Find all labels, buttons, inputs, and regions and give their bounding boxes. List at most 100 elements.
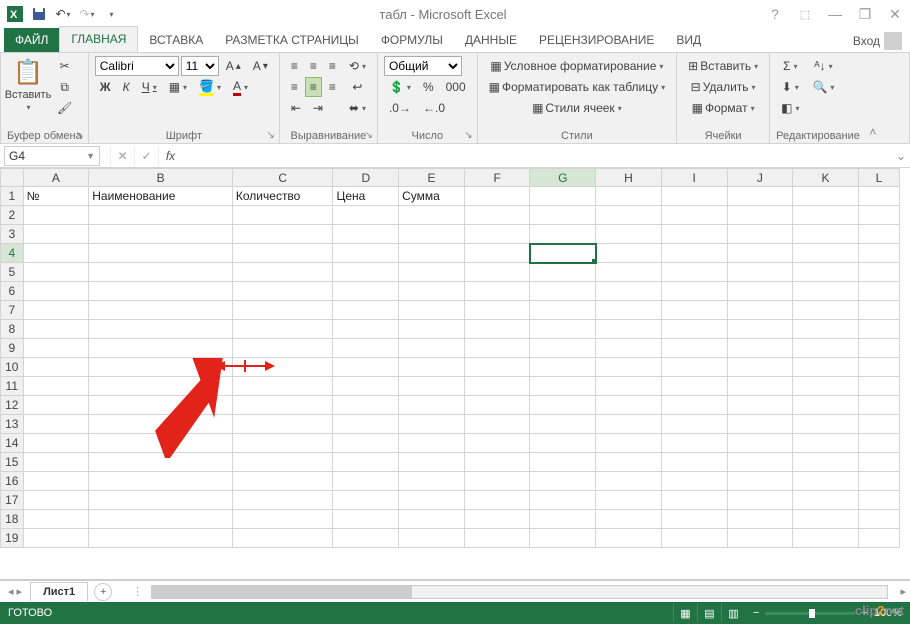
- row-header[interactable]: 8: [1, 320, 24, 339]
- decrease-indent-button[interactable]: ⇤: [286, 98, 306, 118]
- column-header[interactable]: I: [661, 169, 727, 187]
- format-as-table-button[interactable]: ▦Форматировать как таблицу▾: [484, 77, 671, 97]
- cell[interactable]: [530, 320, 596, 339]
- insert-function-icon[interactable]: fx: [158, 146, 182, 166]
- cell[interactable]: [727, 415, 793, 434]
- cell[interactable]: [89, 377, 233, 396]
- cell[interactable]: [661, 377, 727, 396]
- cell[interactable]: [464, 434, 530, 453]
- cell-styles-button[interactable]: ▦Стили ячеек▾: [484, 98, 671, 118]
- number-format-select[interactable]: Общий: [384, 56, 462, 76]
- cell[interactable]: [23, 529, 89, 548]
- cell[interactable]: [89, 206, 233, 225]
- column-header[interactable]: F: [464, 169, 530, 187]
- align-top-button[interactable]: ≡: [286, 56, 303, 76]
- column-header[interactable]: D: [333, 169, 399, 187]
- normal-view-icon[interactable]: ▦: [673, 604, 697, 622]
- cell[interactable]: [232, 320, 333, 339]
- row-header[interactable]: 11: [1, 377, 24, 396]
- fill-color-button[interactable]: 🪣▾: [194, 77, 226, 97]
- row-header[interactable]: 12: [1, 396, 24, 415]
- cell[interactable]: [530, 244, 596, 263]
- grow-font-button[interactable]: A▴: [221, 56, 246, 76]
- row-header[interactable]: 4: [1, 244, 24, 263]
- cell[interactable]: [232, 206, 333, 225]
- cell[interactable]: [23, 206, 89, 225]
- cell[interactable]: [596, 187, 662, 206]
- sheet-nav-prev-icon[interactable]: ◂: [8, 585, 14, 598]
- cell[interactable]: [727, 187, 793, 206]
- tab-review[interactable]: РЕЦЕНЗИРОВАНИЕ: [528, 28, 665, 52]
- copy-button[interactable]: ⧉: [52, 77, 77, 97]
- cell[interactable]: [858, 510, 899, 529]
- cancel-formula-icon[interactable]: ✕: [110, 146, 134, 166]
- cell[interactable]: [596, 225, 662, 244]
- cell[interactable]: [232, 510, 333, 529]
- sort-filter-button[interactable]: ᴬ↓▾: [807, 56, 839, 76]
- cell[interactable]: [727, 453, 793, 472]
- cell[interactable]: [399, 206, 465, 225]
- cell[interactable]: [727, 472, 793, 491]
- cell[interactable]: [727, 301, 793, 320]
- cell[interactable]: [232, 472, 333, 491]
- cell[interactable]: [232, 453, 333, 472]
- cell[interactable]: Наименование: [89, 187, 233, 206]
- row-header[interactable]: 1: [1, 187, 24, 206]
- tab-view[interactable]: ВИД: [665, 28, 712, 52]
- cell[interactable]: [232, 434, 333, 453]
- cell[interactable]: [530, 377, 596, 396]
- cell[interactable]: [727, 491, 793, 510]
- enter-formula-icon[interactable]: ✓: [134, 146, 158, 166]
- cell[interactable]: [530, 358, 596, 377]
- cell[interactable]: [399, 244, 465, 263]
- column-header[interactable]: H: [596, 169, 662, 187]
- column-header[interactable]: C: [232, 169, 333, 187]
- cell[interactable]: [89, 263, 233, 282]
- close-icon[interactable]: ✕: [884, 3, 906, 25]
- zoom-out-icon[interactable]: −: [753, 607, 759, 619]
- cell[interactable]: [530, 225, 596, 244]
- dialog-launcher-icon[interactable]: ↘: [266, 130, 274, 141]
- underline-button[interactable]: Ч▾: [137, 77, 162, 97]
- cell[interactable]: [23, 415, 89, 434]
- cell[interactable]: [596, 206, 662, 225]
- cell[interactable]: [596, 358, 662, 377]
- cell[interactable]: [232, 244, 333, 263]
- redo-icon[interactable]: ↷▾: [76, 3, 98, 25]
- cell[interactable]: [596, 244, 662, 263]
- cell[interactable]: [661, 225, 727, 244]
- qat-customize-icon[interactable]: ▾: [100, 3, 122, 25]
- cell[interactable]: [793, 434, 859, 453]
- horizontal-scrollbar[interactable]: [151, 585, 888, 599]
- cell[interactable]: [232, 301, 333, 320]
- column-header[interactable]: A: [23, 169, 89, 187]
- align-middle-button[interactable]: ≡: [305, 56, 322, 76]
- cell[interactable]: [661, 529, 727, 548]
- cell[interactable]: [23, 510, 89, 529]
- cell[interactable]: [661, 396, 727, 415]
- cell[interactable]: [858, 244, 899, 263]
- add-sheet-button[interactable]: +: [94, 583, 112, 601]
- cell[interactable]: [399, 510, 465, 529]
- row-header[interactable]: 6: [1, 282, 24, 301]
- conditional-format-button[interactable]: ▦Условное форматирование▾: [484, 56, 671, 76]
- cell[interactable]: [232, 339, 333, 358]
- row-header[interactable]: 7: [1, 301, 24, 320]
- cell[interactable]: [793, 453, 859, 472]
- cell[interactable]: [661, 510, 727, 529]
- cell[interactable]: [661, 244, 727, 263]
- cell[interactable]: [399, 358, 465, 377]
- row-header[interactable]: 17: [1, 491, 24, 510]
- chevron-down-icon[interactable]: ▼: [86, 151, 95, 161]
- collapse-ribbon-icon[interactable]: ˄: [866, 53, 880, 143]
- cell[interactable]: [399, 301, 465, 320]
- cell[interactable]: [793, 187, 859, 206]
- cell[interactable]: [399, 453, 465, 472]
- cell[interactable]: [333, 491, 399, 510]
- cell[interactable]: [793, 529, 859, 548]
- cell[interactable]: [399, 282, 465, 301]
- ribbon-display-icon[interactable]: ⬚: [794, 3, 816, 25]
- row-header[interactable]: 13: [1, 415, 24, 434]
- cell[interactable]: [23, 472, 89, 491]
- cell[interactable]: [399, 320, 465, 339]
